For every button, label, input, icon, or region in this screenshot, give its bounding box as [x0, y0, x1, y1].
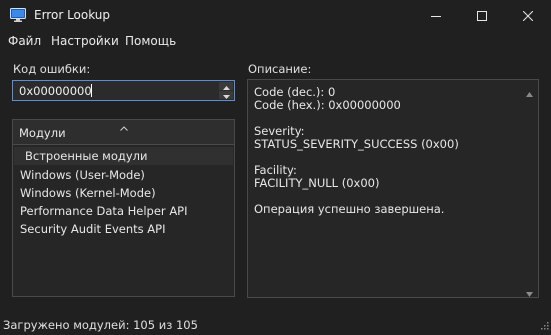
list-item-label: Security Audit Events API	[20, 222, 166, 236]
list-item-label: Performance Data Helper API	[20, 204, 188, 218]
error-code-spinner[interactable]	[219, 82, 233, 99]
app-window: Error Lookup Файл Настройки Помощь Код о…	[0, 0, 551, 335]
description-text-area[interactable]: Code (dec.): 0 Code (hex.): 0x00000000 S…	[247, 79, 539, 298]
description-line: Операция успешно завершена.	[254, 202, 445, 216]
error-code-input[interactable]: 0x00000000	[12, 80, 235, 101]
close-button[interactable]	[505, 0, 551, 31]
description-line: FACILITY_NULL (0x00)	[254, 176, 380, 190]
menu-bar: Файл Настройки Помощь	[0, 31, 551, 52]
maximize-button[interactable]	[459, 0, 505, 31]
menu-file[interactable]: Файл	[8, 34, 41, 48]
minimize-button[interactable]	[413, 0, 459, 31]
status-bar-text: Загружено модулей: 105 из 105	[3, 318, 198, 332]
text-caret	[91, 84, 92, 97]
menu-help[interactable]: Помощь	[125, 34, 176, 48]
modules-list[interactable]: Модули Встроенные модули Windows (User-M…	[12, 119, 235, 297]
list-item[interactable]: Performance Data Helper API	[14, 202, 233, 220]
spin-down-button[interactable]	[219, 91, 233, 99]
title-bar[interactable]: Error Lookup	[0, 0, 551, 31]
menu-settings[interactable]: Настройки	[51, 34, 119, 48]
description-line: Severity:	[254, 124, 305, 138]
maximize-icon	[477, 10, 487, 21]
list-item-label: Windows (User-Mode)	[20, 168, 145, 182]
close-icon	[523, 10, 533, 21]
scroll-up-icon[interactable]	[526, 86, 533, 100]
sort-ascending-icon	[120, 120, 128, 134]
description-scrollbar[interactable]	[523, 81, 537, 297]
description-line: STATUS_SEVERITY_SUCCESS (0x00)	[254, 137, 459, 151]
error-code-value: 0x00000000	[19, 84, 92, 98]
minimize-icon	[431, 11, 441, 21]
resize-grip-icon[interactable]	[539, 319, 549, 333]
error-code-label: Код ошибки:	[13, 62, 91, 76]
modules-column-header[interactable]: Модули	[13, 120, 234, 145]
triangle-down-icon	[222, 88, 230, 102]
window-title: Error Lookup	[34, 8, 111, 22]
list-item[interactable]: Windows (Kernel-Mode)	[14, 184, 233, 202]
description-line: Code (dec.): 0	[254, 85, 336, 99]
list-item[interactable]: Windows (User-Mode)	[14, 166, 233, 184]
monitor-icon	[10, 8, 26, 22]
list-item-label: Windows (Kernel-Mode)	[20, 186, 156, 200]
modules-header-label: Модули	[19, 126, 66, 140]
description-label: Описание:	[248, 62, 312, 76]
module-group-builtin[interactable]: Встроенные модули	[14, 147, 233, 165]
description-line: Facility:	[254, 163, 297, 177]
scroll-down-icon[interactable]	[526, 286, 533, 300]
list-item[interactable]: Security Audit Events API	[14, 220, 233, 238]
list-item-label: Встроенные модули	[25, 149, 148, 163]
description-line: Code (hex.): 0x00000000	[254, 98, 401, 112]
